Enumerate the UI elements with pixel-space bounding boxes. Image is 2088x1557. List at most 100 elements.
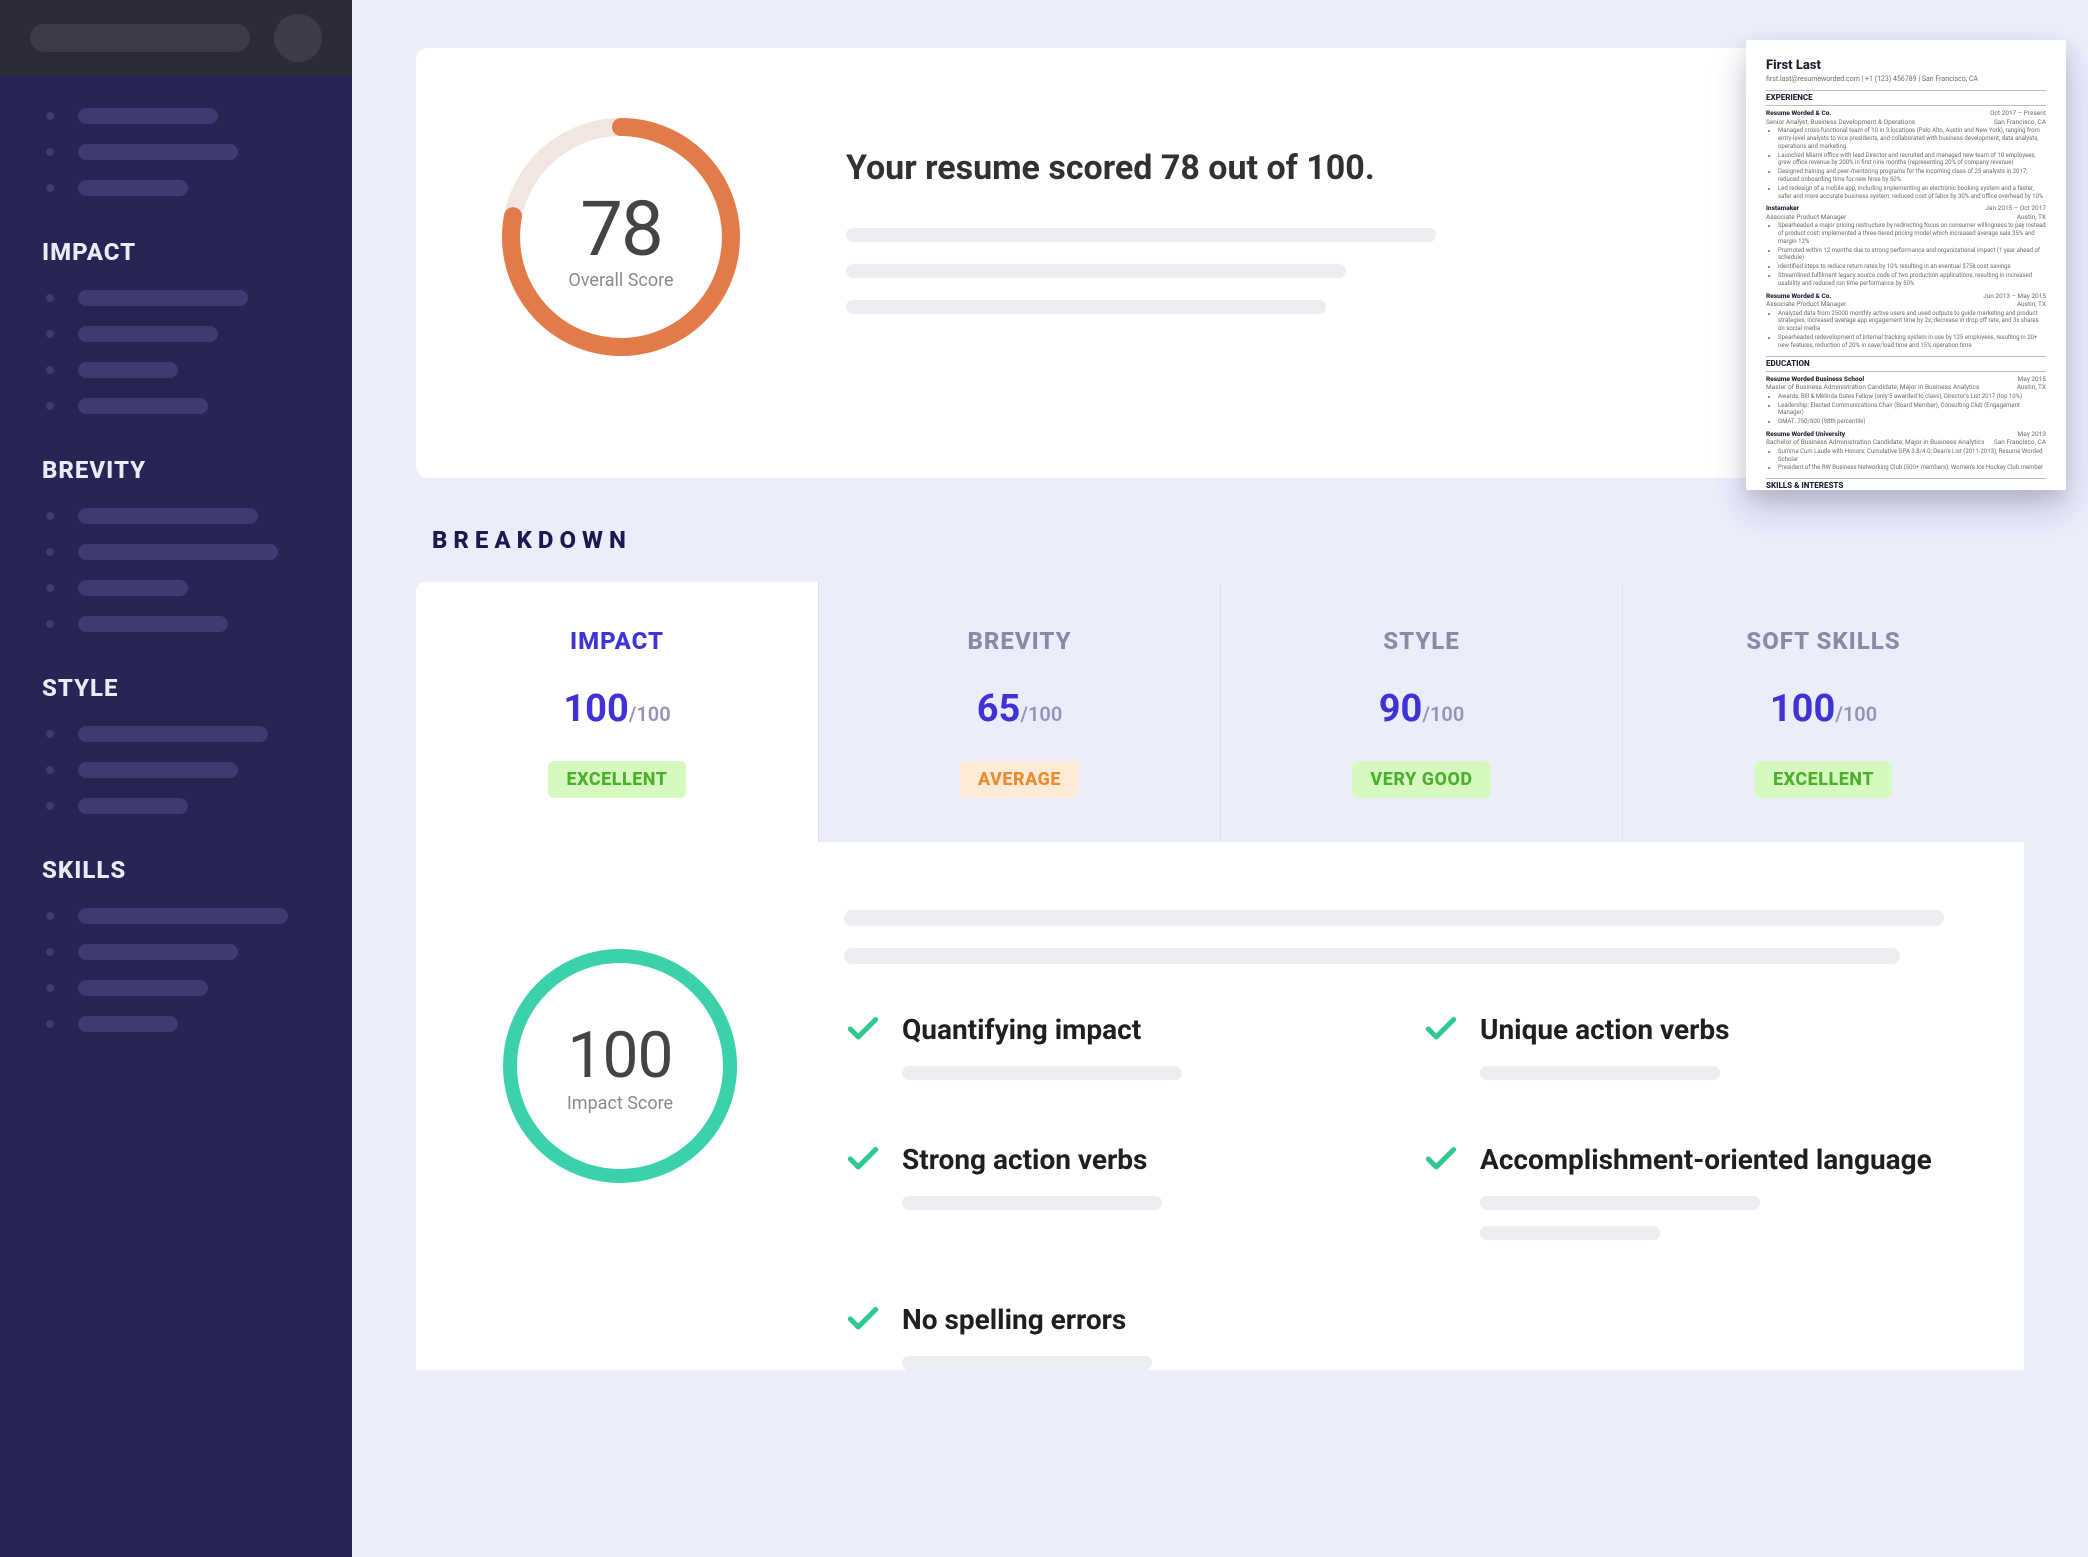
sidebar-item-placeholder xyxy=(78,726,268,742)
sidebar-header xyxy=(0,0,352,76)
check-sub-placeholder xyxy=(902,1066,1182,1080)
tab-style[interactable]: STYLE 90/100 VERY GOOD xyxy=(1220,582,1622,842)
tab-score: 90/100 xyxy=(1379,687,1465,731)
check-sub-placeholder xyxy=(902,1196,1162,1210)
preview-edu-degree: Master of Business Administration Candid… xyxy=(1766,383,1979,391)
bullet-icon xyxy=(46,294,54,302)
preview-job-company: Resume Worded & Co. xyxy=(1766,292,1831,300)
preview-section-skills: SKILLS & INTERESTS xyxy=(1766,478,2046,490)
sidebar-item[interactable] xyxy=(46,944,352,960)
preview-edu-location: San Francisco, CA xyxy=(1994,438,2046,446)
preview-edu-school: Resume Worded Business School xyxy=(1766,375,1864,383)
tab-label: STYLE xyxy=(1383,627,1460,655)
tab-score-value: 100 xyxy=(1770,687,1835,731)
check-item-quantifying-impact: Quantifying impact xyxy=(844,1010,1366,1080)
sidebar-group-impact: IMPACT xyxy=(0,216,352,414)
check-item-no-spelling-errors: No spelling errors xyxy=(844,1300,1366,1370)
summary-line-placeholder xyxy=(846,300,1326,314)
sidebar-group-top xyxy=(0,76,352,196)
check-label: No spelling errors xyxy=(902,1303,1126,1336)
preview-bullets: Managed cross-functional team of 10 in 3… xyxy=(1766,127,2046,200)
check-item-accomplishment-oriented-language: Accomplishment-oriented language xyxy=(1422,1140,1944,1240)
check-icon xyxy=(1422,1140,1460,1178)
tab-badge: EXCELLENT xyxy=(1755,761,1892,798)
preview-job-company: Instamaker xyxy=(1766,204,1799,212)
sidebar-item-placeholder xyxy=(78,144,238,160)
tab-score-value: 65 xyxy=(977,687,1021,731)
check-sub-placeholder xyxy=(1480,1066,1720,1080)
check-icon xyxy=(844,1010,882,1048)
sidebar-item[interactable] xyxy=(46,326,352,342)
preview-bullets: Analyzed data from 25000 monthly active … xyxy=(1766,310,2046,350)
overall-score-label: Overall Score xyxy=(568,270,673,291)
overall-score-value: 78 xyxy=(580,184,661,274)
tab-brevity[interactable]: BREVITY 65/100 AVERAGE xyxy=(818,582,1220,842)
sidebar-header-placeholder xyxy=(30,24,250,52)
sidebar-item[interactable] xyxy=(46,180,352,196)
tab-softskills[interactable]: SOFT SKILLS 100/100 EXCELLENT xyxy=(1622,582,2024,842)
sidebar-heading-impact: IMPACT xyxy=(42,238,352,266)
sidebar-item-placeholder xyxy=(78,616,228,632)
resume-preview[interactable]: First Last first.last@resumeworded.com |… xyxy=(1746,40,2066,490)
detail-line-placeholder xyxy=(844,948,1900,964)
sidebar: IMPACT BREVITY STYLE SKILLS xyxy=(0,0,352,1557)
sidebar-item[interactable] xyxy=(46,508,352,524)
impact-score-value: 100 xyxy=(568,1018,673,1093)
preview-edu-dates: May 2015 xyxy=(2018,375,2046,383)
check-grid: Quantifying impact Unique action verbs S… xyxy=(844,1010,1944,1370)
check-item-unique-action-verbs: Unique action verbs xyxy=(1422,1010,1944,1080)
sidebar-item[interactable] xyxy=(46,144,352,160)
preview-job-company: Resume Worded & Co. xyxy=(1766,109,1831,117)
check-sub-placeholder xyxy=(902,1356,1152,1370)
tab-score-max: 100 xyxy=(1430,702,1464,726)
bullet-icon xyxy=(46,548,54,556)
bullet-icon xyxy=(46,984,54,992)
bullet-icon xyxy=(46,1020,54,1028)
avatar[interactable] xyxy=(274,14,322,62)
tab-score: 65/100 xyxy=(977,687,1063,731)
sidebar-item[interactable] xyxy=(46,798,352,814)
tab-badge: AVERAGE xyxy=(960,761,1079,798)
impact-details: 100 Impact Score Quantifying impact xyxy=(416,842,2024,1370)
preview-section-education: EDUCATION xyxy=(1766,356,2046,372)
sidebar-item[interactable] xyxy=(46,616,352,632)
breakdown-heading: BREAKDOWN xyxy=(432,526,2024,554)
tab-badge: VERY GOOD xyxy=(1352,761,1490,798)
tab-label: SOFT SKILLS xyxy=(1746,627,1900,655)
sidebar-item[interactable] xyxy=(46,544,352,560)
bullet-icon xyxy=(46,912,54,920)
preview-job-location: Austin, TX xyxy=(2017,213,2046,221)
tab-impact[interactable]: IMPACT 100/100 EXCELLENT xyxy=(416,582,818,842)
sidebar-item[interactable] xyxy=(46,362,352,378)
bullet-icon xyxy=(46,402,54,410)
sidebar-item[interactable] xyxy=(46,908,352,924)
sidebar-item[interactable] xyxy=(46,726,352,742)
sidebar-item-placeholder xyxy=(78,798,188,814)
sidebar-item[interactable] xyxy=(46,290,352,306)
preview-edu-location: Austin, TX xyxy=(2017,383,2046,391)
tab-score-max: 100 xyxy=(1028,702,1062,726)
preview-bullets: Summa Cum Laude with Honors; Cumulative … xyxy=(1766,448,2046,472)
sidebar-item[interactable] xyxy=(46,108,352,124)
summary-card: 78 Overall Score Your resume scored 78 o… xyxy=(416,48,2024,478)
bullet-icon xyxy=(46,802,54,810)
sidebar-item-placeholder xyxy=(78,362,178,378)
sidebar-item[interactable] xyxy=(46,762,352,778)
sidebar-item-placeholder xyxy=(78,290,248,306)
sidebar-item[interactable] xyxy=(46,980,352,996)
sidebar-item[interactable] xyxy=(46,580,352,596)
tab-label: BREVITY xyxy=(967,627,1071,655)
tab-score: 100/100 xyxy=(563,687,670,731)
impact-score-label: Impact Score xyxy=(567,1093,673,1114)
sidebar-heading-brevity: BREVITY xyxy=(42,456,352,484)
sidebar-item[interactable] xyxy=(46,398,352,414)
sidebar-item[interactable] xyxy=(46,1016,352,1032)
sidebar-item-placeholder xyxy=(78,180,188,196)
check-sub-placeholder xyxy=(1480,1196,1760,1210)
sidebar-item-placeholder xyxy=(78,580,188,596)
tab-score-max: 100 xyxy=(636,702,670,726)
preview-name: First Last xyxy=(1766,58,2046,75)
sidebar-heading-skills: SKILLS xyxy=(42,856,352,884)
bullet-icon xyxy=(46,330,54,338)
preview-job-dates: Oct 2017 – Present xyxy=(1990,109,2046,117)
